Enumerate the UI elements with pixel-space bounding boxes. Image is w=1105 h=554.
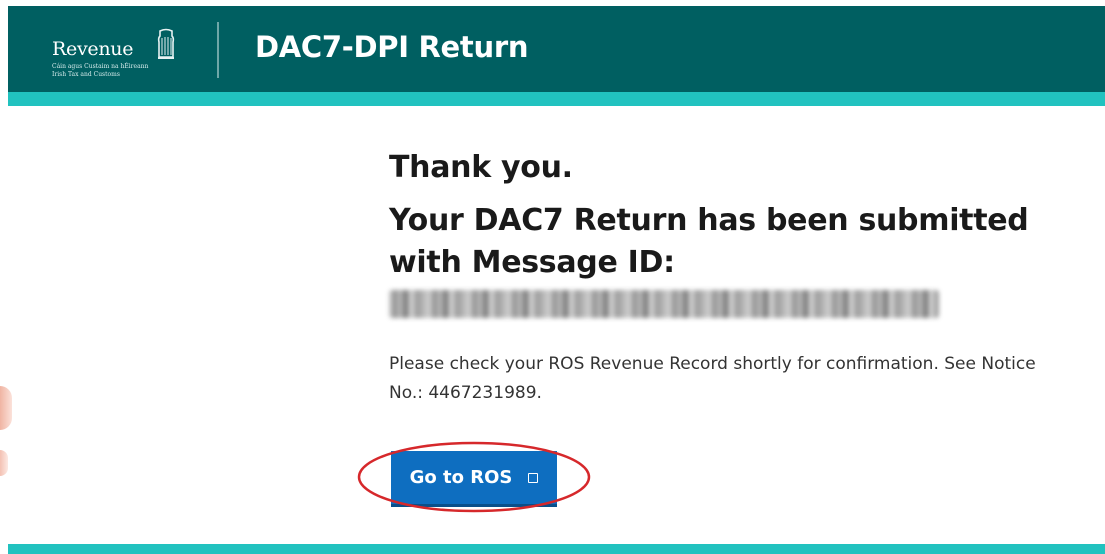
page-title: DAC7-DPI Return xyxy=(255,30,529,64)
go-to-ros-label: Go to ROS xyxy=(409,467,513,488)
header-accent-band xyxy=(8,92,1105,106)
thank-you-heading: Thank you. xyxy=(389,150,573,185)
edge-decoration xyxy=(0,386,12,430)
footer-accent-band xyxy=(8,544,1105,554)
confirmation-notice-text: Please check your ROS Revenue Record sho… xyxy=(389,354,1036,403)
message-id-redacted xyxy=(389,290,939,318)
logo-subtitle-irish: Cáin agus Custaim na hÉireann xyxy=(52,63,149,70)
site-header: Revenue Cáin agus Custaim na hÉireann Ir… xyxy=(8,6,1105,92)
page: Revenue Cáin agus Custaim na hÉireann Ir… xyxy=(0,0,1105,554)
submission-confirmation-heading: Your DAC7 Return has been submitted with… xyxy=(389,203,1029,280)
logo-wordmark: Revenue xyxy=(52,38,134,60)
go-to-ros-button[interactable]: Go to ROS xyxy=(391,451,557,507)
header-divider xyxy=(217,22,219,78)
edge-decoration xyxy=(0,450,8,476)
harp-icon xyxy=(157,28,175,59)
logo-subtitle-english: Irish Tax and Customs xyxy=(52,71,120,78)
external-link-icon xyxy=(528,472,539,483)
revenue-logo[interactable]: Revenue Cáin agus Custaim na hÉireann Ir… xyxy=(48,22,188,84)
